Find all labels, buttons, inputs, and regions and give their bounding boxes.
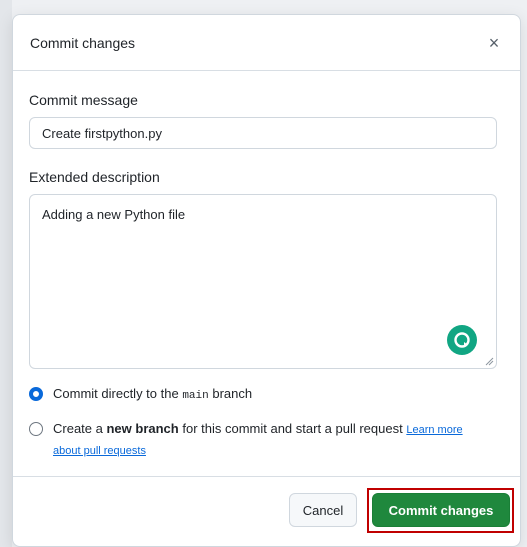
commit-options: Commit directly to the main branch Creat…: [29, 384, 504, 461]
extended-description-label: Extended description: [29, 169, 160, 185]
commit-message-label: Commit message: [29, 92, 138, 108]
commit-dialog: Commit changes × Commit message Extended…: [12, 14, 521, 547]
commit-changes-button[interactable]: Commit changes: [372, 493, 510, 527]
grammarly-glyph-icon: [454, 332, 470, 348]
page-backdrop: [0, 0, 12, 547]
dialog-body: Commit message Extended description Addi…: [13, 92, 520, 461]
commit-message-input[interactable]: [29, 117, 497, 149]
dialog-footer: Cancel Commit changes: [13, 476, 520, 546]
cancel-button[interactable]: Cancel: [289, 493, 357, 527]
option-new-branch-bold: new branch: [106, 421, 179, 436]
radio-new-branch[interactable]: [29, 422, 43, 436]
radio-commit-direct[interactable]: [29, 387, 43, 401]
branch-name: main: [182, 390, 209, 402]
resize-handle-icon[interactable]: [484, 356, 494, 366]
extended-description-textarea[interactable]: Adding a new Python file: [29, 194, 497, 369]
option-new-branch[interactable]: Create a new branch for this commit and …: [29, 419, 504, 461]
grammarly-icon[interactable]: [447, 325, 477, 355]
option-commit-direct[interactable]: Commit directly to the main branch: [29, 384, 504, 406]
option-new-branch-suffix: for this commit and start a pull request: [178, 421, 407, 436]
option-new-branch-prefix: Create a: [53, 421, 107, 436]
option-direct-suffix: branch: [208, 386, 253, 401]
option-direct-prefix: Commit directly to the: [53, 386, 183, 401]
dialog-header: Commit changes ×: [13, 15, 520, 71]
option-new-branch-label: Create a new branch for this commit and …: [53, 419, 493, 461]
option-commit-direct-label: Commit directly to the main branch: [53, 384, 252, 406]
close-icon[interactable]: ×: [484, 33, 504, 53]
extended-description-wrapper: Adding a new Python file: [29, 194, 497, 369]
dialog-title: Commit changes: [30, 34, 136, 51]
